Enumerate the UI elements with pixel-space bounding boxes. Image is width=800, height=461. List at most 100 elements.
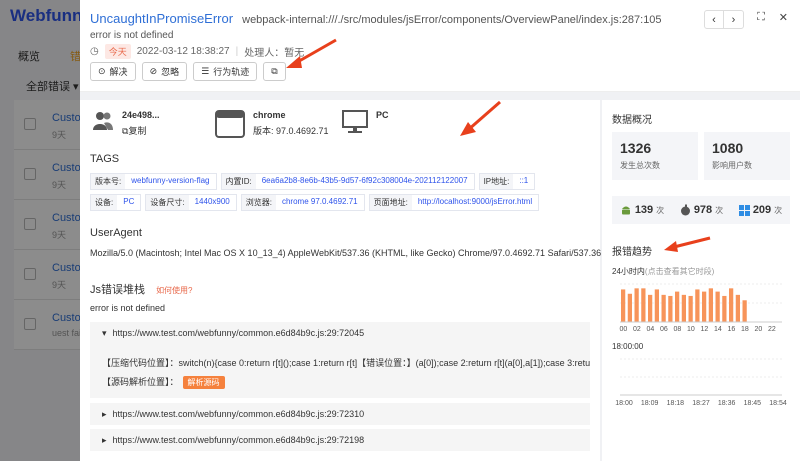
chevron-left-icon: ‹: [712, 13, 716, 26]
tick-label: 18:00: [615, 400, 633, 407]
annotation-arrow: [664, 236, 711, 252]
stack-frame-url: https://www.test.com/webfunny/common.e6d…: [112, 435, 365, 445]
source-code-line: 【源码解析位置】： 解析源码: [102, 375, 578, 389]
tick-label: 18:27: [692, 400, 710, 407]
bar: [742, 300, 747, 322]
android-icon: [621, 206, 630, 215]
stack-help-link[interactable]: 如何使用?: [156, 286, 192, 295]
platform-windows: 209 次: [738, 204, 782, 216]
users-icon: [93, 112, 113, 130]
check-circle-icon: ⊙: [98, 66, 106, 76]
tick-label: 12: [700, 326, 708, 333]
parse-source-button[interactable]: 解析源码: [182, 376, 225, 389]
drawer-header: UncaughtInPromiseError webpack-internal:…: [80, 0, 800, 92]
annotation-arrow: [286, 38, 337, 68]
ignore-button[interactable]: ⊘ 忽略: [141, 62, 188, 81]
minute-line-chart: 18:00 18:09 18:18 18:27 18:36 18:45 18:54: [615, 358, 787, 407]
divider: |: [235, 46, 239, 57]
ignore-label: 忽略: [161, 67, 180, 77]
bar: [654, 289, 659, 322]
tick-label: 18:45: [744, 400, 762, 407]
platform-breakdown: 139 次 978 次 209 次: [612, 196, 790, 224]
apple-icon: [680, 204, 690, 216]
caret-right-icon: ▸: [102, 434, 107, 445]
windows-icon: [738, 204, 750, 216]
resolve-button[interactable]: ⊙ 解决: [90, 62, 136, 81]
stack-frame-collapsed[interactable]: ▸ https://www.test.com/webfunny/common.e6…: [90, 403, 590, 425]
error-message: error is not defined: [90, 30, 174, 41]
tag-browser: 浏览器: chrome 97.0.4692.71: [240, 194, 365, 211]
stack-frame-url: https://www.test.com/webfunny/common.e6d…: [112, 409, 365, 419]
tick-label: 08: [673, 326, 681, 333]
browser-version: 版本: 97.0.4692.71: [253, 126, 329, 136]
tag-ip: IP地址:::1: [478, 173, 536, 190]
trend-range[interactable]: 24小时内(点击查看其它时段): [612, 266, 714, 277]
tick-label: 00: [619, 326, 627, 333]
tick-label: 06: [660, 326, 668, 333]
resolve-label: 解决: [109, 67, 128, 77]
fullscreen-icon[interactable]: ⛶: [757, 11, 765, 24]
bar: [621, 289, 626, 322]
copy-button[interactable]: ⧉复制: [122, 124, 160, 137]
chevron-right-icon: ›: [731, 13, 736, 26]
close-icon[interactable]: ✕: [779, 11, 788, 24]
bar: [641, 288, 646, 322]
monitor-icon: [342, 110, 368, 133]
bar: [688, 295, 693, 322]
bar: [715, 291, 720, 322]
total-count: 1326: [620, 140, 652, 156]
bar: [722, 295, 727, 322]
env-user: 24e498... ⧉复制: [92, 110, 160, 137]
error-meta: ◷ 今天 2022-03-12 18:38:27 | 处理人：暂无: [90, 44, 304, 59]
ban-icon: ⊘: [149, 66, 158, 76]
tag-screen-size: 设备尺寸: 1440x900: [145, 194, 237, 211]
error-detail-drawer: UncaughtInPromiseError webpack-internal:…: [80, 0, 800, 461]
external-link-icon: ⧉: [271, 66, 278, 76]
compressed-code-line: 【压缩代码位置】：switch(n){case 0:return r[t]();…: [102, 358, 591, 368]
overview-title: 数据概况: [612, 115, 652, 126]
bar: [648, 294, 653, 322]
clock-icon: ◷: [90, 46, 99, 57]
bar: [675, 291, 680, 322]
tag-device: 设备: PC: [90, 194, 142, 211]
user-id: 24e498...: [122, 110, 160, 120]
stack-frame-expanded: ▾ https://www.test.com/webfunny/common.e…: [90, 322, 590, 398]
detail-main: 24e498... ⧉复制 chrome 版本: 97.0.4692.71 PC…: [80, 100, 601, 461]
tags-title: TAGS: [90, 153, 120, 165]
tag-page-url[interactable]: 页面地址: http://localhost:9000/jsError.html: [368, 194, 540, 211]
tick-label: 10: [687, 326, 695, 333]
stack-title: Js错误堆栈: [90, 284, 145, 296]
prev-button[interactable]: ‹: [705, 11, 724, 28]
env-device: PC: [342, 110, 389, 134]
bar: [661, 294, 666, 322]
tick-label: 14: [714, 326, 722, 333]
bar: [695, 289, 700, 322]
stack-frame-header[interactable]: ▾ https://www.test.com/webfunny/common.e…: [90, 322, 590, 344]
bar: [735, 294, 740, 322]
caret-down-icon: ▾: [102, 327, 107, 338]
browser-name: chrome: [253, 110, 286, 120]
stack-title-row: Js错误堆栈 如何使用?: [90, 281, 193, 297]
users-count-label: 影响用户数: [712, 161, 752, 170]
caret-right-icon: ▸: [102, 408, 107, 419]
behavior-trace-button[interactable]: ☰ 行为轨迹: [193, 62, 258, 81]
device-name: PC: [376, 110, 389, 120]
users-count: 1080: [712, 140, 744, 156]
action-bar: ⊙ 解决 ⊘ 忽略 ☰ 行为轨迹 ⧉: [90, 62, 286, 81]
browser-window-icon: [215, 110, 245, 138]
bar: [708, 288, 713, 322]
tick-label: 18:18: [667, 400, 685, 407]
next-button[interactable]: ›: [724, 11, 743, 28]
bar: [668, 295, 673, 322]
bar: [729, 288, 734, 322]
bar: [634, 288, 639, 322]
error-path: webpack-internal:///./src/modules/jsErro…: [242, 14, 662, 26]
tick-label: 18:54: [769, 400, 787, 407]
total-count-card: 1326 发生总次数: [612, 132, 698, 180]
tags-list: 版本号: webfunny-version-flag 内置ID: 6ea6a2b8-…: [90, 173, 590, 211]
stack-frame-collapsed[interactable]: ▸ https://www.test.com/webfunny/common.e6…: [90, 429, 590, 451]
total-count-label: 发生总次数: [620, 161, 660, 170]
hourly-bar-chart: 00 02 04 06 08 10 12 14 16 18 20 22: [619, 283, 782, 333]
stack-message: error is not defined: [90, 303, 166, 313]
tick-label: 20: [754, 326, 762, 333]
